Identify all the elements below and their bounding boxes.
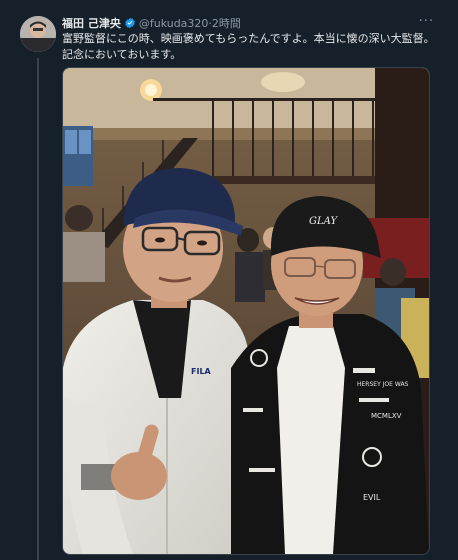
tweet-photo[interactable]: FILA HERSEY JOE WAS MCMLXV EVIL GLAY [62, 67, 430, 555]
tweet-text-line: 富野監督にこの時、映画褒めてもらったんですよ。本当に懐の深い大監督。 [62, 32, 435, 45]
jacket-print-2: MCMLXV [371, 412, 402, 420]
tweet-header: 福田 己津央 @fukuda320 · 2時間 ··· [62, 14, 434, 32]
jacket-print-3: EVIL [363, 493, 381, 502]
author-handle[interactable]: @fukuda320 [139, 17, 209, 30]
author-name[interactable]: 福田 己津央 [62, 15, 121, 31]
more-options-icon[interactable]: ··· [419, 14, 434, 30]
tweet-card[interactable]: 福田 己津央 @fukuda320 · 2時間 ··· 富野監督にこの時、映画褒… [0, 0, 458, 560]
author-avatar[interactable] [20, 16, 56, 52]
tweet-timestamp[interactable]: 2時間 [212, 15, 241, 31]
avatar-image [20, 16, 56, 52]
verified-badge-icon [125, 17, 135, 29]
cap-logo: GLAY [309, 216, 338, 227]
fila-logo: FILA [191, 367, 212, 376]
tweet-text-line: 記念においておいます。 [62, 48, 182, 61]
jacket-print-1: HERSEY JOE WAS [357, 381, 409, 388]
photo-image: FILA HERSEY JOE WAS MCMLXV EVIL GLAY [63, 68, 429, 554]
thread-line [37, 58, 39, 560]
tweet-text: 富野監督にこの時、映画褒めてもらったんですよ。本当に懐の深い大監督。 記念におい… [62, 31, 435, 63]
